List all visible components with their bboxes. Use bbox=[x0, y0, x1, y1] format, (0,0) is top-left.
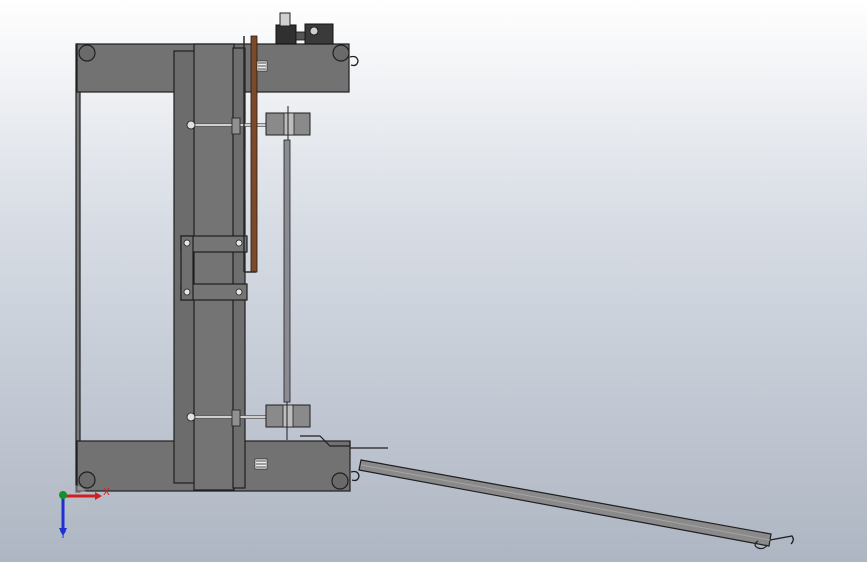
x-axis-label: X bbox=[103, 487, 110, 498]
y-axis-label: Y bbox=[60, 530, 67, 541]
z-axis-dot-icon bbox=[59, 491, 67, 499]
view-orientation-triad[interactable] bbox=[0, 0, 867, 562]
graphics-viewport[interactable]: X Y bbox=[0, 0, 867, 562]
